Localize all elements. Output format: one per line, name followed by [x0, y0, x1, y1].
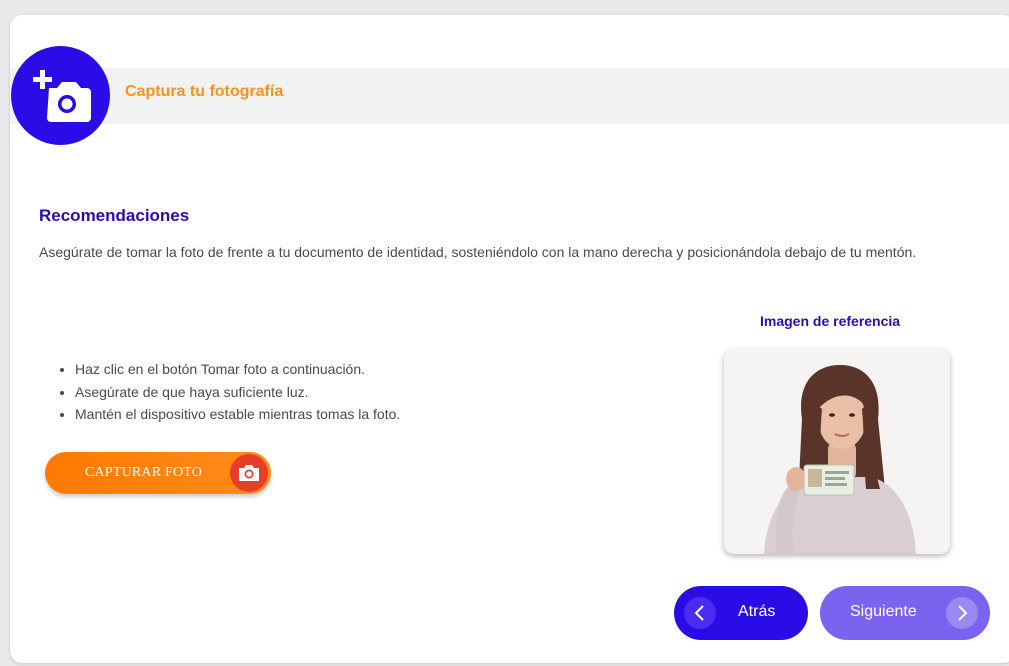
capture-photo-label: CAPTURAR FOTO	[85, 465, 203, 480]
back-label: Atrás	[738, 603, 776, 620]
next-button[interactable]: Siguiente	[820, 586, 990, 640]
step-item: Haz clic en el botón Tomar foto a contin…	[75, 358, 400, 381]
back-button[interactable]: Atrás	[674, 586, 808, 640]
capture-photo-button[interactable]: CAPTURAR FOTO	[45, 452, 271, 494]
chevron-left-icon	[684, 597, 716, 629]
next-label: Siguiente	[850, 603, 917, 620]
chevron-right-icon	[946, 597, 978, 629]
steps-list: Haz clic en el botón Tomar foto a contin…	[55, 358, 400, 426]
reference-image	[724, 349, 950, 554]
header-badge	[11, 46, 110, 145]
add-photo-icon	[33, 70, 91, 122]
page-title: Captura tu fotografía	[125, 83, 284, 100]
camera-icon	[230, 454, 268, 492]
recommendations-text: Asegúrate de tomar la foto de frente a t…	[39, 244, 917, 260]
reference-title: Imagen de referencia	[760, 313, 901, 329]
step-item: Asegúrate de que haya suficiente luz.	[75, 381, 400, 404]
step-item: Mantén el dispositivo estable mientras t…	[75, 403, 400, 426]
reference-photo-illustration	[724, 349, 950, 554]
recommendations-title: Recomendaciones	[39, 206, 190, 225]
